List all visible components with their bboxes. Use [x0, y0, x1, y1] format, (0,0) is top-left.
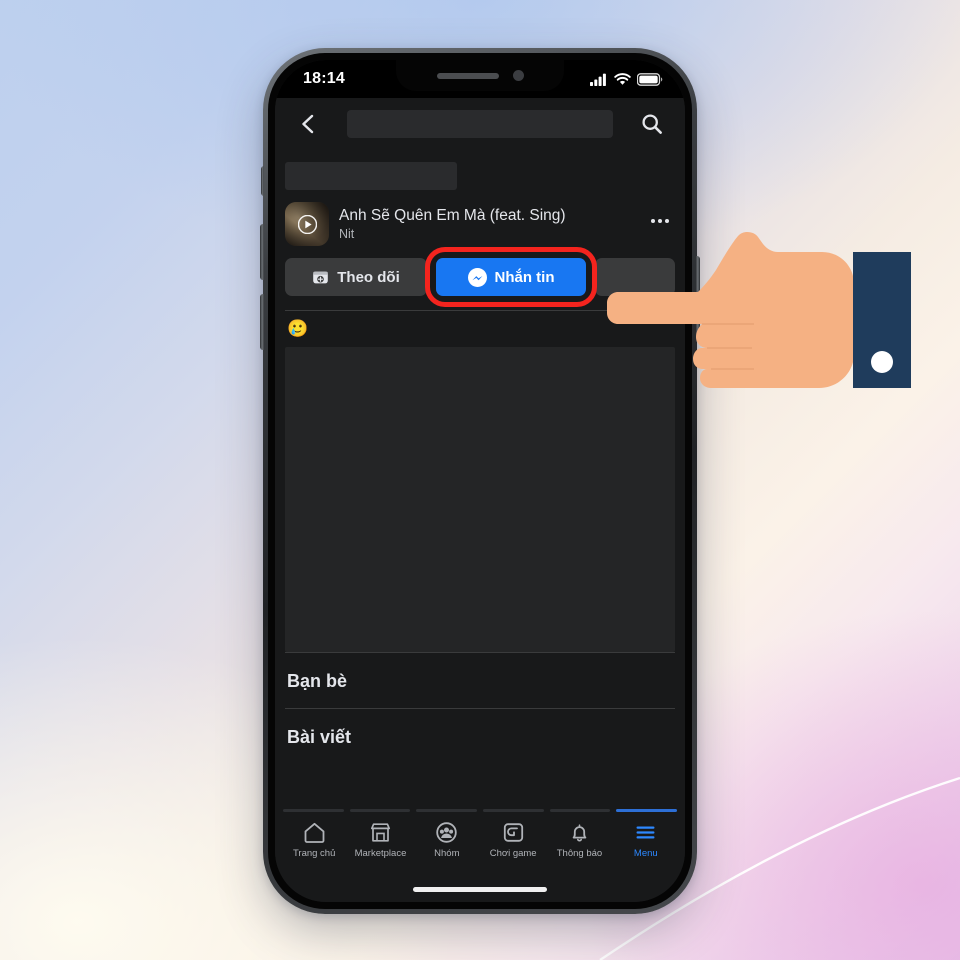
- message-button-wrapper: Nhắn tin: [425, 247, 597, 307]
- tab-indicator-notifications: [549, 809, 611, 812]
- reaction-row: 🥲: [275, 311, 685, 345]
- message-button-label: Nhắn tin: [494, 268, 555, 286]
- bell-icon: [572, 824, 587, 842]
- store-icon: [370, 823, 391, 842]
- search-input[interactable]: [347, 110, 613, 138]
- message-button[interactable]: Nhắn tin: [436, 258, 586, 296]
- nav-item-menu[interactable]: Menu: [613, 816, 679, 859]
- tab-indicator-marketplace: [349, 809, 411, 812]
- cellular-signal-icon: [590, 73, 606, 86]
- messenger-icon: [467, 267, 487, 287]
- nav-item-home-label: Trang chủ: [292, 848, 336, 859]
- add-person-icon: [313, 271, 329, 283]
- mute-switch-button[interactable]: [261, 166, 264, 196]
- home-indicator: [413, 887, 547, 892]
- play-video-thumbnail[interactable]: [285, 202, 329, 246]
- song-title: Anh Sẽ Quên Em Mà (feat. Sing): [339, 206, 566, 224]
- bottom-navigation-bar: Trang chủ Marketplace Nhóm Chơi game Thô…: [275, 802, 685, 902]
- follow-button[interactable]: Theo dõi: [285, 258, 427, 296]
- phone-device: 18:14 Anh Sẽ Quên Em Mà (feat. Sing) Nit…: [260, 48, 700, 914]
- home-icon: [304, 822, 325, 843]
- song-text-block: Anh Sẽ Quên Em Mà (feat. Sing) Nit: [339, 206, 637, 243]
- nav-item-menu-label: Menu: [633, 848, 658, 859]
- back-button[interactable]: [293, 109, 323, 139]
- profile-content: Anh Sẽ Quên Em Mà (feat. Sing) Nit Theo …: [275, 150, 685, 802]
- nav-item-home[interactable]: Trang chủ: [281, 816, 347, 859]
- nav-item-groups-label: Nhóm: [434, 848, 460, 859]
- volume-down-button[interactable]: [260, 294, 264, 350]
- earpiece-speaker: [436, 72, 499, 79]
- phone-screen: 18:14 Anh Sẽ Quên Em Mà (feat. Sing) Nit…: [275, 60, 685, 902]
- tab-indicator-menu: [616, 809, 678, 812]
- more-horizontal-icon[interactable]: [647, 219, 673, 229]
- section-posts-title: Bài viết: [287, 727, 352, 747]
- power-button[interactable]: [696, 256, 700, 342]
- chevron-left-icon: [302, 114, 314, 134]
- section-friends-title: Bạn bè: [287, 671, 348, 691]
- nav-item-marketplace[interactable]: Marketplace: [347, 816, 413, 859]
- volume-up-button[interactable]: [260, 224, 264, 280]
- section-posts[interactable]: Bài viết: [285, 708, 675, 764]
- tab-indicator-gaming: [483, 809, 544, 812]
- search-icon: [642, 114, 662, 134]
- tab-indicator-groups: [416, 809, 478, 812]
- search-button[interactable]: [637, 109, 667, 139]
- nav-item-gaming-label: Chơi game: [489, 848, 537, 859]
- battery-full-icon: [637, 72, 663, 86]
- nav-item-groups[interactable]: Nhóm: [414, 816, 480, 859]
- more-actions-button[interactable]: [595, 258, 675, 296]
- featured-song-row[interactable]: Anh Sẽ Quên Em Mà (feat. Sing) Nit: [275, 190, 685, 254]
- follow-button-label: Theo dõi: [337, 268, 400, 286]
- phone-bezel: 18:14 Anh Sẽ Quên Em Mà (feat. Sing) Nit…: [268, 53, 692, 909]
- app-header-bar: [275, 98, 685, 150]
- reaction-emoji[interactable]: 🥲: [287, 319, 308, 338]
- section-friends[interactable]: Bạn bè: [285, 652, 675, 708]
- tab-indicator-home: [283, 809, 344, 812]
- device-notch: [396, 60, 564, 91]
- nav-item-marketplace-label: Marketplace: [354, 848, 407, 859]
- tab-indicator-row: [275, 802, 685, 812]
- profile-actions-row: Theo dõi Nhắn tin: [275, 247, 685, 307]
- gaming-icon: [503, 823, 523, 842]
- navigation-items: Trang chủ Marketplace Nhóm Chơi game Thô…: [275, 812, 685, 859]
- nav-item-gaming[interactable]: Chơi game: [480, 816, 546, 859]
- status-clock: 18:14: [303, 70, 345, 87]
- profile-name-redacted: [285, 162, 457, 190]
- groups-icon: [436, 822, 458, 843]
- song-artist: Nit: [339, 226, 355, 241]
- wifi-icon: [614, 72, 631, 85]
- front-camera-icon: [512, 70, 524, 81]
- nav-item-notifications[interactable]: Thông báo: [546, 816, 612, 859]
- status-icon-group: [590, 72, 663, 86]
- blank-content-card: [285, 347, 675, 652]
- hamburger-menu-icon: [636, 826, 655, 839]
- play-icon: [285, 202, 329, 246]
- nav-item-notifications-label: Thông báo: [556, 848, 603, 859]
